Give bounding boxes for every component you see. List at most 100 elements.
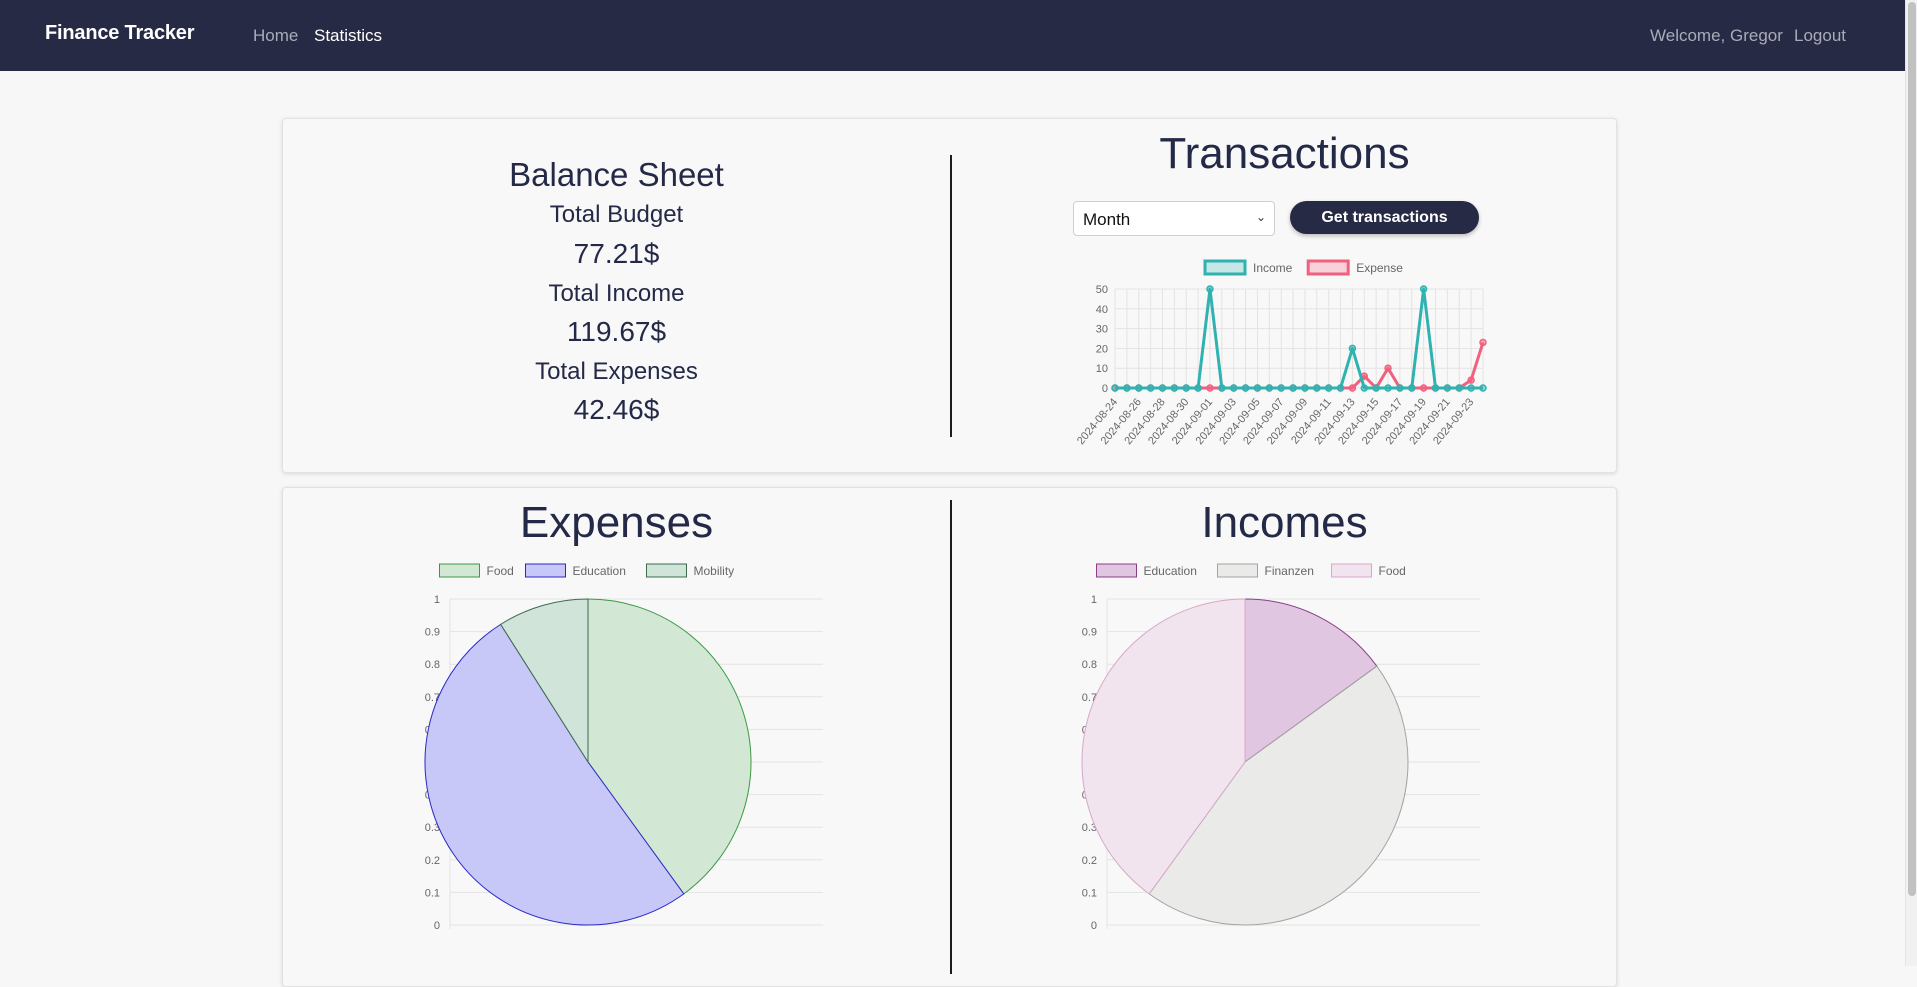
legend-label: Finanzen <box>1265 564 1314 578</box>
total-income-label: Total Income <box>548 280 685 307</box>
period-select-value: Month <box>1083 210 1131 229</box>
nav-statistics-link[interactable]: Statistics <box>314 26 382 46</box>
y-tick-label: 1 <box>434 594 440 606</box>
legend-label: Food <box>487 564 514 578</box>
data-point <box>1253 384 1262 392</box>
legend-swatch <box>646 563 687 578</box>
data-point <box>1467 376 1475 384</box>
legend-swatch <box>525 563 566 578</box>
y-tick-label: 0 <box>434 920 440 932</box>
data-point <box>1206 285 1214 293</box>
y-tick-label: 0.2 <box>1082 855 1097 867</box>
total-income-value: 119.67$ <box>566 316 667 347</box>
data-point <box>1313 384 1321 392</box>
period-select[interactable]: Month ⌄ <box>1073 201 1275 236</box>
data-point <box>1158 384 1167 392</box>
scrollbar-thumb[interactable] <box>1908 2 1916 896</box>
y-tick-label: 50 <box>1096 284 1108 296</box>
welcome-text: Welcome, Gregor <box>1650 26 1783 45</box>
y-tick-label: 30 <box>1096 324 1108 336</box>
card-divider-2 <box>950 500 952 974</box>
data-point <box>1336 384 1345 392</box>
data-point <box>1384 364 1392 372</box>
data-point <box>1111 384 1119 392</box>
total-expenses-value: 42.46$ <box>573 394 660 425</box>
total-budget-value: 77.21$ <box>573 238 660 269</box>
logout-link[interactable]: Logout <box>1794 26 1846 46</box>
data-point <box>1146 384 1155 392</box>
data-point <box>1419 285 1428 293</box>
data-point <box>1443 384 1452 392</box>
data-point <box>1384 384 1392 392</box>
data-point <box>1229 384 1238 392</box>
total-budget-label: Total Budget <box>549 201 684 228</box>
data-point <box>1277 384 1285 392</box>
expenses-pie-chart: 00.10.20.30.40.50.60.70.80.91FoodEducati… <box>424 563 823 932</box>
legend-swatch <box>1217 563 1258 578</box>
y-tick-label: 0.8 <box>425 659 440 671</box>
data-point <box>1123 384 1131 392</box>
data-point <box>1348 384 1357 392</box>
data-point <box>1467 384 1475 392</box>
incomes-pie-chart: 00.10.20.30.40.50.60.70.80.91EducationFi… <box>1081 563 1480 932</box>
y-tick-label: 0.9 <box>1082 627 1097 639</box>
data-point <box>1455 384 1464 392</box>
y-tick-label: 1 <box>1091 594 1097 606</box>
data-point <box>1301 384 1309 392</box>
y-tick-label: 0.1 <box>1082 887 1097 899</box>
page-scrollbar[interactable] <box>1905 0 1917 966</box>
legend-swatch <box>1331 563 1372 578</box>
legend-swatch <box>1306 259 1350 276</box>
legend-label: Education <box>1144 564 1197 578</box>
expenses-title: Expenses <box>519 498 714 547</box>
legend-swatch <box>439 563 480 578</box>
nav-home-link[interactable]: Home <box>253 26 298 46</box>
y-tick-label: 0.2 <box>425 855 440 867</box>
data-point <box>1396 384 1404 392</box>
data-point <box>1324 384 1333 392</box>
y-tick-label: 0 <box>1091 920 1097 932</box>
legend-label: Food <box>1379 564 1406 578</box>
legend-swatch <box>1096 563 1137 578</box>
legend-swatch <box>1203 259 1247 276</box>
y-tick-label: 20 <box>1096 343 1108 355</box>
data-point <box>1206 384 1214 392</box>
data-point <box>1241 384 1250 392</box>
y-tick-label: 0.9 <box>425 627 440 639</box>
navbar: Finance Tracker Home Statistics Welcome,… <box>0 0 1905 71</box>
data-point <box>1289 384 1297 392</box>
data-point <box>1431 384 1440 392</box>
data-point <box>1479 384 1487 392</box>
y-tick-label: 0 <box>1102 383 1108 395</box>
legend-label: Expense <box>1356 261 1403 275</box>
data-point <box>1194 384 1202 392</box>
data-point <box>1419 384 1428 392</box>
data-point <box>1218 384 1226 392</box>
brand-logo[interactable]: Finance Tracker <box>45 22 195 45</box>
data-point <box>1265 384 1274 392</box>
chevron-down-icon: ⌄ <box>1255 210 1266 224</box>
categories-card: Expenses Incomes 00.10.20.30.40.50.60.70… <box>282 487 1617 987</box>
data-point <box>1408 384 1416 392</box>
y-tick-label: 40 <box>1096 304 1108 316</box>
transactions-title: Transactions <box>1159 129 1410 178</box>
series-line-income <box>1115 287 1483 390</box>
data-point <box>1348 344 1357 353</box>
data-point <box>1170 384 1179 392</box>
legend-label: Education <box>573 564 626 578</box>
transactions-line-chart: 010203040502024-08-242024-08-262024-08-2… <box>1075 259 1487 447</box>
get-transactions-button[interactable]: Get transactions <box>1290 201 1479 234</box>
data-point <box>1479 338 1487 347</box>
legend-label: Mobility <box>694 564 735 578</box>
legend-label: Income <box>1253 261 1293 275</box>
data-point <box>1182 384 1190 392</box>
series-line-expense <box>1115 342 1485 390</box>
y-tick-label: 10 <box>1096 363 1108 375</box>
data-point <box>1360 384 1369 392</box>
balance-sheet-title: Balance Sheet <box>509 156 724 193</box>
y-tick-label: 0.1 <box>425 887 440 899</box>
incomes-title: Incomes <box>1201 498 1368 547</box>
data-point <box>1134 384 1143 392</box>
data-point <box>1372 384 1380 392</box>
summary-card: Balance Sheet Total Budget 77.21$ Total … <box>282 118 1617 473</box>
